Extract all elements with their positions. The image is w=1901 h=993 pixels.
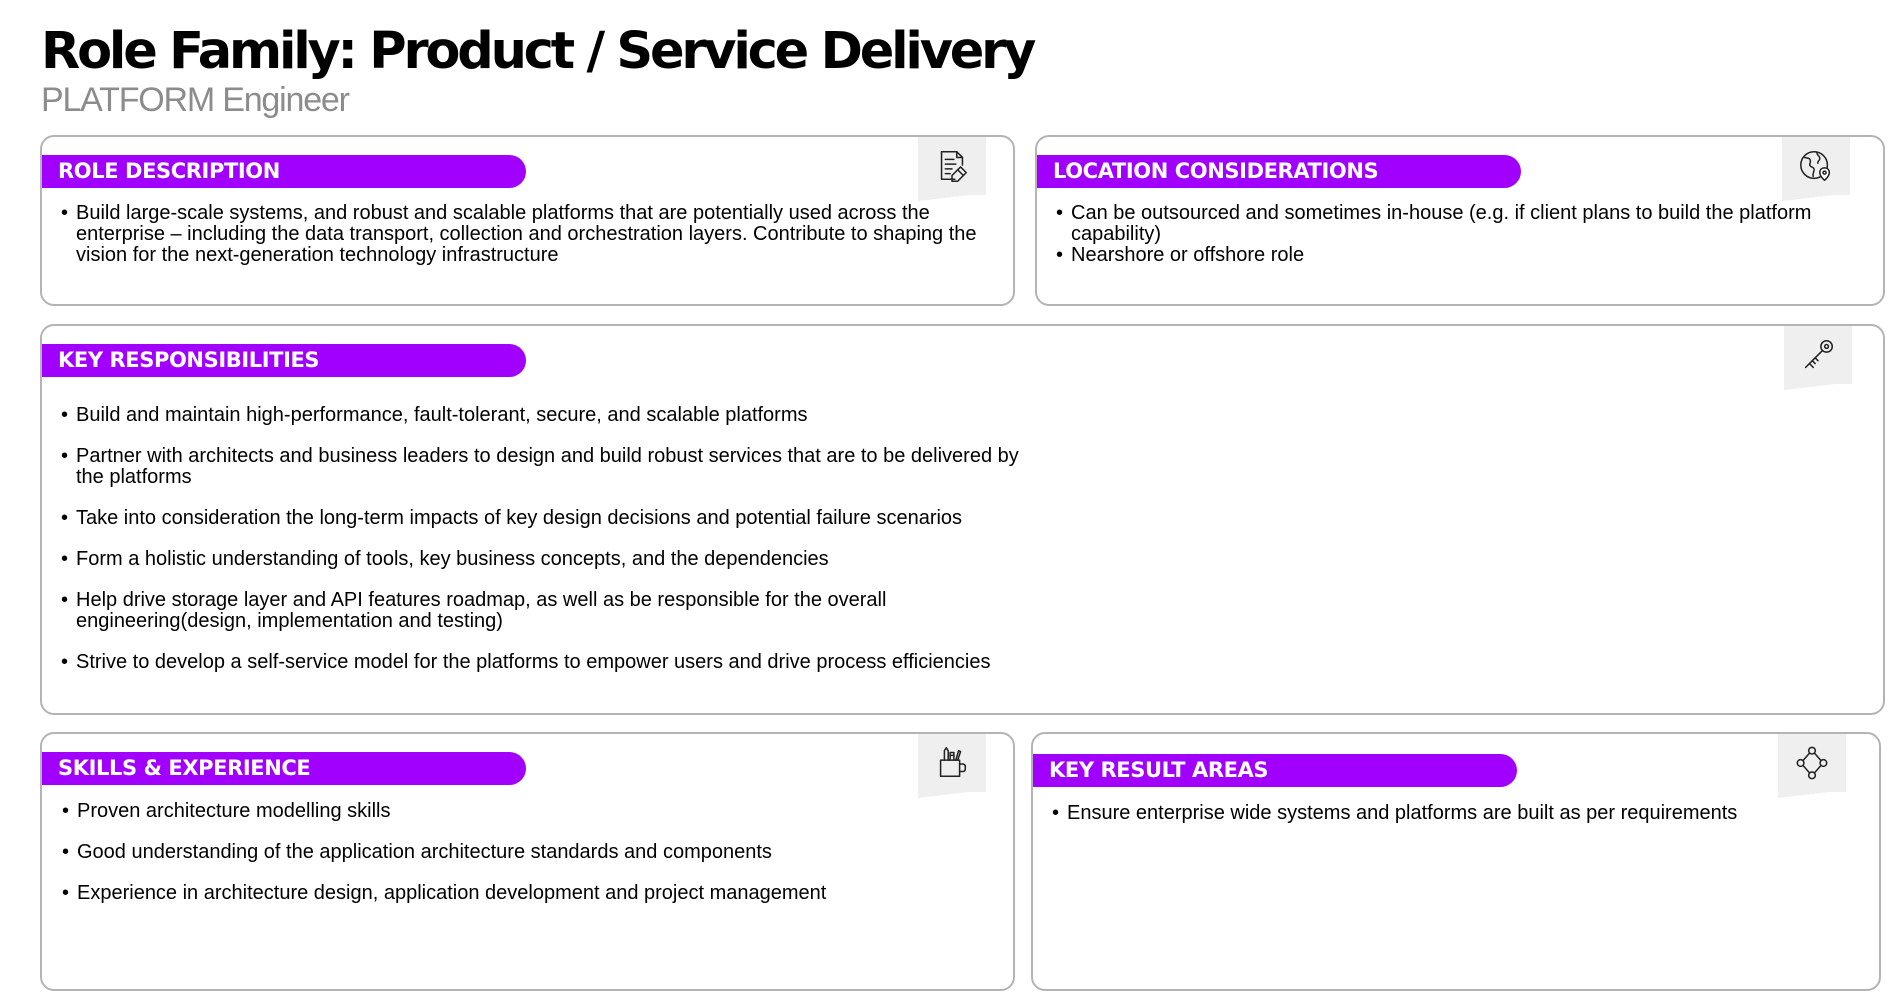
location-considerations-list: Can be outsourced and sometimes in-house… [1056, 203, 1866, 267]
skills-experience-heading: SKILLS & EXPERIENCE [42, 752, 526, 785]
list-item: Good understanding of the application ar… [62, 842, 1002, 864]
list-item: Build large-scale systems, and robust an… [61, 203, 1001, 266]
network-nodes-icon [1796, 746, 1828, 780]
list-item: Proven architecture modelling skills [62, 801, 1002, 823]
key-responsibilities-icon-box [1784, 326, 1852, 390]
list-item: Can be outsourced and sometimes in-house… [1056, 203, 1866, 245]
list-item: Build and maintain high-performance, fau… [61, 405, 1021, 427]
list-item: Partner with architects and business lea… [61, 446, 1021, 488]
page-title: Role Family: Product / Service Delivery [41, 22, 1036, 81]
key-responsibilities-card: KEY RESPONSIBILITIES Build and maintain … [40, 324, 1885, 715]
page-subtitle: PLATFORM Engineer [41, 81, 350, 119]
list-item: Strive to develop a self-service model f… [61, 652, 1021, 674]
key-result-areas-heading: KEY RESULT AREAS [1033, 754, 1517, 787]
key-result-areas-card: KEY RESULT AREAS Ensure enterprise wide … [1031, 732, 1881, 991]
key-result-areas-list: Ensure enterprise wide systems and platf… [1052, 803, 1862, 825]
list-item: Experience in architecture design, appli… [62, 883, 1002, 905]
document-edit-icon [940, 150, 968, 182]
list-item: Form a holistic understanding of tools, … [61, 549, 1021, 571]
key-responsibilities-heading: KEY RESPONSIBILITIES [42, 344, 526, 377]
location-considerations-icon-box [1782, 137, 1850, 201]
role-description-card: ROLE DESCRIPTION Build large-scale syste… [40, 135, 1015, 306]
key-responsibilities-list: Build and maintain high-performance, fau… [61, 405, 1021, 674]
key-result-areas-icon-box [1778, 734, 1846, 798]
role-description-icon-box [918, 137, 986, 201]
skills-experience-icon-box [918, 734, 986, 798]
location-considerations-heading: LOCATION CONSIDERATIONS [1037, 155, 1521, 188]
key-icon [1804, 339, 1834, 369]
role-description-list: Build large-scale systems, and robust an… [61, 203, 1001, 266]
role-description-heading: ROLE DESCRIPTION [42, 155, 526, 188]
list-item: Help drive storage layer and API feature… [61, 590, 1021, 632]
list-item: Ensure enterprise wide systems and platf… [1052, 803, 1862, 825]
globe-location-icon [1800, 150, 1831, 182]
location-considerations-card: LOCATION CONSIDERATIONS Can be outsource… [1035, 135, 1885, 306]
skills-experience-list: Proven architecture modelling skills Goo… [62, 801, 1002, 905]
skills-experience-card: SKILLS & EXPERIENCE Proven architecture … [40, 732, 1015, 991]
tools-cup-icon [939, 747, 967, 778]
list-item: Take into consideration the long-term im… [61, 508, 1021, 530]
list-item: Nearshore or offshore role [1056, 245, 1866, 267]
